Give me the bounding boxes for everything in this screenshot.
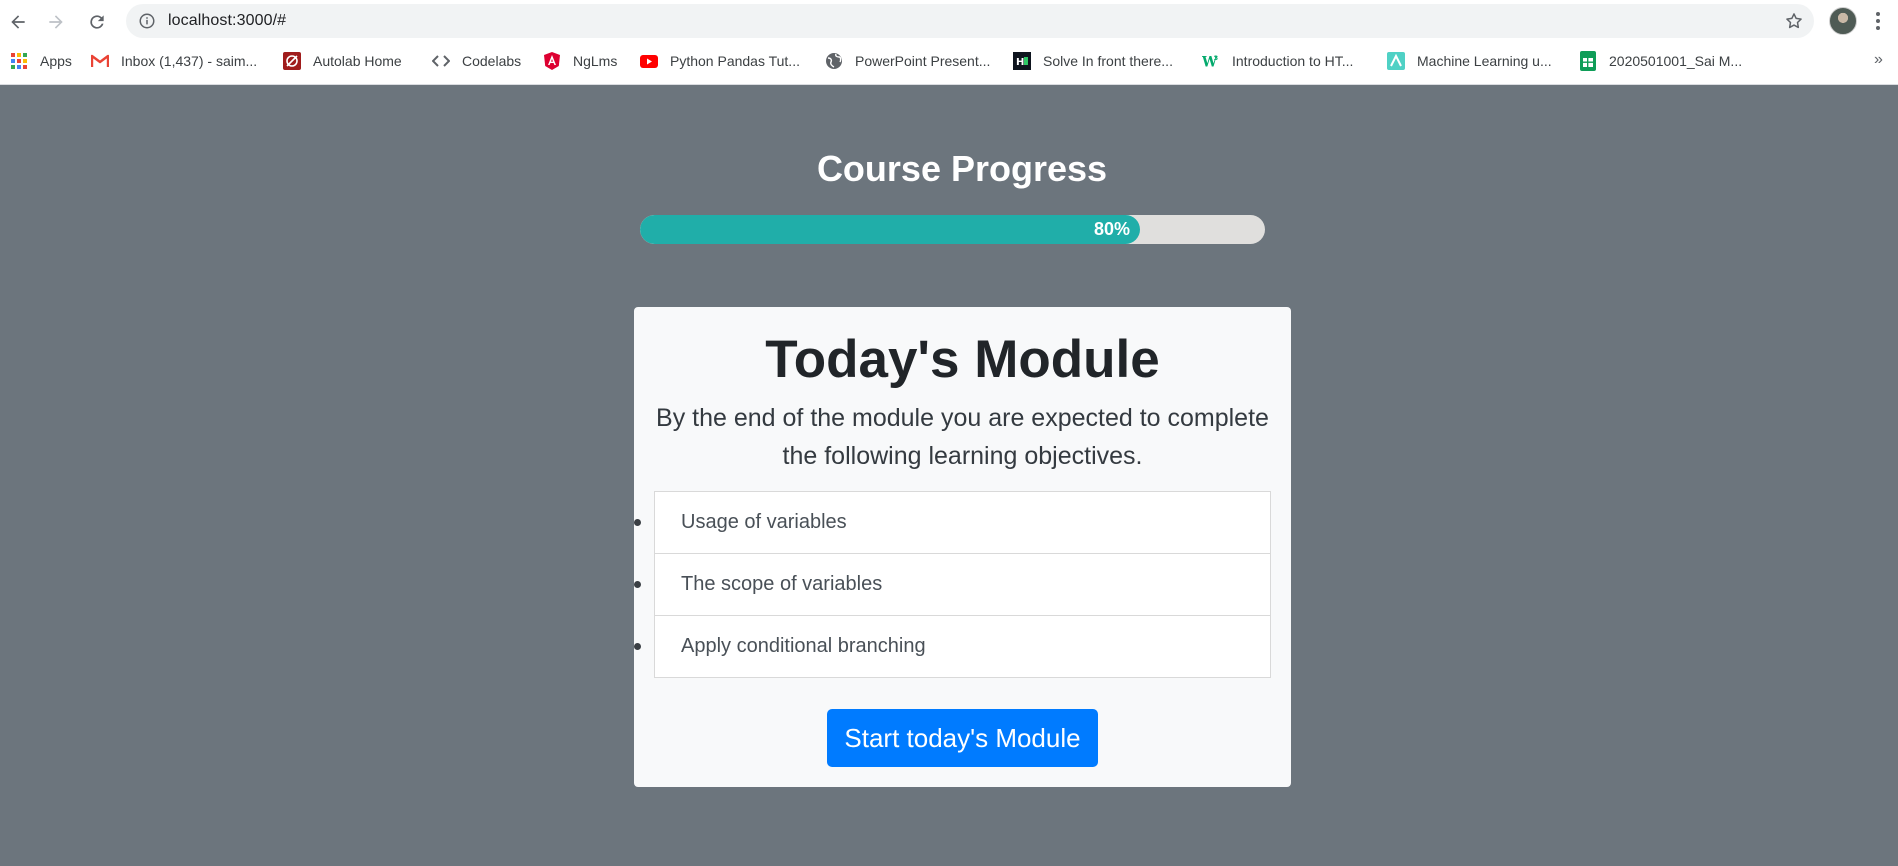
bookmarks-overflow-icon[interactable]: » [1874, 51, 1883, 69]
browser-menu-icon[interactable] [1870, 8, 1886, 34]
bookmark-sheet[interactable]: 2020501001_Sai M... [1579, 50, 1742, 72]
bookmark-python-pandas[interactable]: Python Pandas Tut... [640, 50, 800, 72]
bookmark-label: Introduction to HT... [1232, 53, 1354, 69]
youtube-icon [640, 52, 658, 70]
progress-fill: 80% [640, 215, 1140, 244]
course-progress-title: Course Progress [816, 148, 1108, 189]
angular-icon [543, 52, 561, 70]
bookmark-label: Autolab Home [313, 53, 402, 69]
bookmark-solve[interactable]: H Solve In front there... [1013, 50, 1173, 72]
ml-icon [1387, 52, 1405, 70]
reload-icon [90, 15, 104, 29]
url-text[interactable]: localhost:3000/# [168, 12, 286, 30]
bullet-icon [634, 581, 641, 588]
bookmark-label: Apps [40, 53, 72, 69]
bookmark-codelabs[interactable]: Codelabs [432, 50, 521, 72]
module-title: Today's Module [765, 330, 1160, 389]
browser-chrome: localhost:3000/# Apps Inbox (1,437) - sa… [0, 0, 1898, 85]
profile-avatar[interactable] [1829, 7, 1857, 35]
svg-text:H: H [1016, 57, 1024, 68]
bookmark-label: 2020501001_Sai M... [1609, 53, 1743, 69]
progress-percent-label: 80% [1093, 219, 1130, 239]
bookmark-label: Solve In front there... [1043, 53, 1173, 69]
info-icon[interactable] [138, 12, 156, 30]
bookmark-autolab[interactable]: Autolab Home [283, 50, 402, 72]
bookmark-machine-learning[interactable]: Machine Learning u... [1387, 50, 1552, 72]
module-description: By the end of the module you are expecte… [656, 404, 1269, 470]
arrow-left-icon [11, 15, 25, 29]
bookmark-label: Machine Learning u... [1417, 53, 1552, 69]
bookmark-label: NgLms [573, 53, 618, 69]
objective-item: Usage of variables [634, 491, 1271, 554]
course-progress-bar: 80% [640, 215, 1265, 244]
objective-text: Usage of variables [681, 511, 847, 533]
bookmark-label: Python Pandas Tut... [670, 53, 800, 69]
todays-module-card: Today's Module By the end of the module … [634, 307, 1291, 787]
w3schools-icon: W 3 [1202, 52, 1220, 70]
objective-text: Apply conditional branching [681, 635, 926, 657]
bookmark-label: PowerPoint Present... [855, 53, 991, 69]
bookmark-powerpoint[interactable]: PowerPoint Present... [825, 50, 990, 72]
bookmark-nglms[interactable]: NgLms [543, 50, 617, 72]
arrow-right-icon [49, 15, 63, 29]
globe-icon [825, 52, 843, 70]
objectives-list: Usage of variables The scope of variable… [634, 491, 1271, 678]
objective-text: The scope of variables [681, 573, 883, 595]
back-button[interactable] [4, 8, 32, 36]
bookmark-intro-html[interactable]: W 3 Introduction to HT... [1202, 50, 1353, 72]
reload-button[interactable] [83, 8, 111, 36]
bullet-icon [634, 643, 641, 650]
forward-button[interactable] [42, 8, 70, 36]
bookmark-inbox[interactable]: Inbox (1,437) - saim... [91, 50, 257, 72]
svg-text:3: 3 [1214, 55, 1218, 62]
bookmarks-bar: Apps Inbox (1,437) - saim... Autolab Hom… [0, 46, 1898, 76]
bullet-icon [634, 519, 641, 526]
address-bar[interactable]: localhost:3000/# [126, 4, 1814, 38]
apps-grid-icon [10, 52, 28, 70]
bookmark-label: Inbox (1,437) - saim... [121, 53, 258, 69]
objective-item: Apply conditional branching [634, 615, 1271, 678]
hackerrank-icon: H [1013, 52, 1031, 70]
objective-item: The scope of variables [634, 553, 1271, 616]
bookmark-label: Codelabs [462, 53, 522, 69]
sheets-icon [1579, 51, 1597, 71]
autolab-icon [283, 52, 301, 70]
bookmark-apps[interactable]: Apps [10, 50, 72, 72]
bookmark-star-icon[interactable] [1784, 11, 1804, 31]
start-module-button[interactable]: Start today's Module [827, 709, 1098, 767]
codelabs-icon [432, 52, 450, 70]
gmail-icon [91, 52, 109, 70]
